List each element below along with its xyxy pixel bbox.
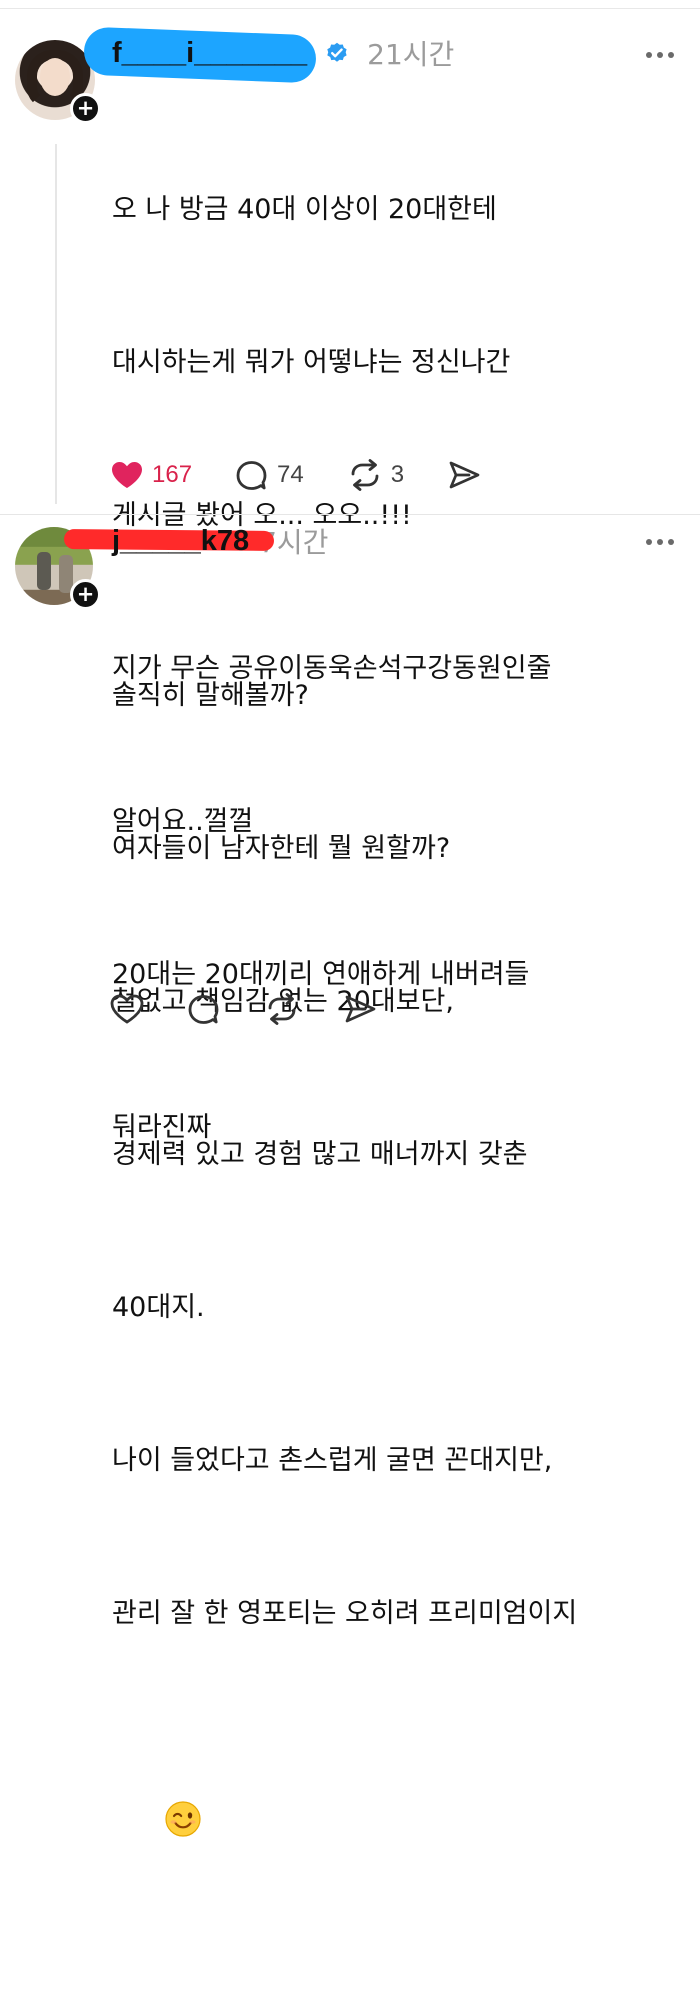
follow-plus-icon[interactable]: + (70, 579, 101, 610)
like-button[interactable] (110, 994, 144, 1024)
comment-button[interactable] (187, 993, 221, 1025)
post-actions (110, 989, 560, 1029)
send-icon (345, 995, 376, 1023)
heart-icon (110, 994, 144, 1024)
emoji-line (112, 1741, 682, 1906)
post-body: 솔직히 말해볼까? 여자들이 남자한테 뭘 원할까? 철없고 책임감 없는 20… (112, 568, 682, 2008)
post-line: 관리 잘 한 영포티는 오히려 프리미엄이지 (112, 1598, 578, 1629)
avatar-person (37, 552, 51, 590)
post-line: 나이 들었다고 촌스럽게 굴면 꼰대지만, (112, 1445, 553, 1476)
repost-button[interactable] (264, 993, 300, 1025)
post-line: 솔직히 말해볼까? (112, 680, 309, 711)
post-line: 40대지. (112, 1292, 205, 1323)
share-button[interactable] (343, 994, 377, 1024)
wink-emoji-icon (164, 1801, 201, 1837)
username[interactable]: j_____k78 (63, 525, 275, 558)
repost-icon (268, 993, 296, 1025)
post-header: j_____k78 7시간 (63, 524, 328, 559)
post-line: 여자들이 남자한테 뭘 원할까? (112, 833, 451, 864)
comment-icon (188, 995, 219, 1024)
post-line: 경제력 있고 경험 많고 매너까지 갖춘 (112, 1139, 528, 1170)
more-options-icon[interactable] (646, 537, 674, 547)
post-2: + j_____k78 7시간 솔직히 말해볼까? 여자들이 남자한테 뭘 원할… (0, 0, 700, 1837)
